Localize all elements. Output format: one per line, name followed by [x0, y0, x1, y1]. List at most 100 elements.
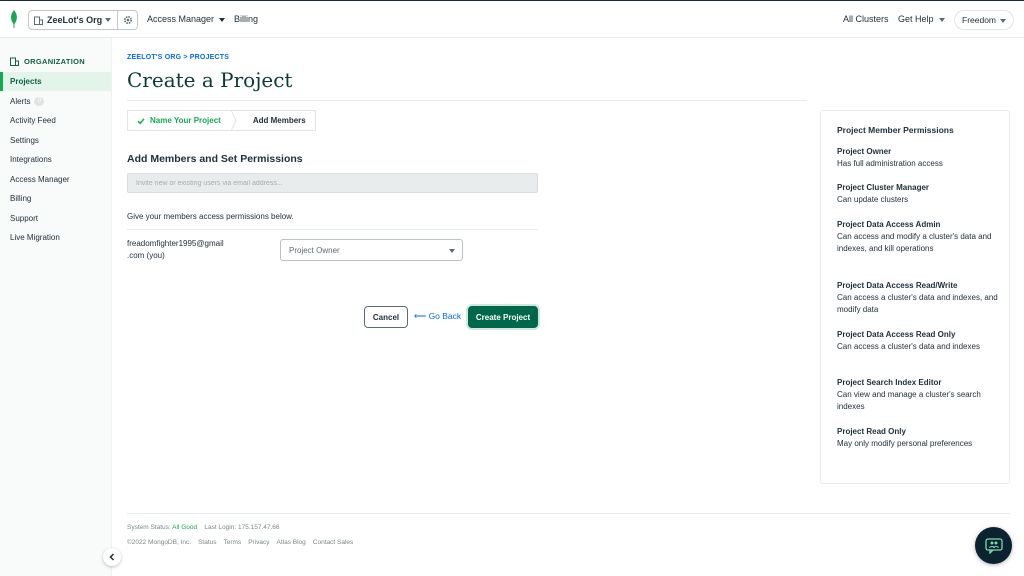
sidebar-item-integrations[interactable]: Integrations	[0, 150, 111, 169]
role-name: Project Owner	[837, 147, 892, 156]
sidebar-item-label: Access Manager	[10, 175, 70, 184]
permissions-instruction: Give your members access permissions bel…	[127, 212, 294, 221]
sidebar: ORGANIZATION Projects Alerts 0 Activity F…	[0, 38, 112, 576]
footer-links: ©2022 MongoDB, Inc. Status Terms Privacy…	[127, 539, 353, 546]
organization-name: ZeeLot's Org	[47, 15, 103, 25]
access-manager-menu[interactable]: Access Manager	[147, 14, 226, 24]
role-desc: May only modify personal preferences	[837, 439, 973, 448]
chevron-left-icon	[109, 553, 115, 561]
role-name: Project Data Access Read/Write	[837, 281, 958, 290]
breadcrumb[interactable]: ZEELOT'S ORG > PROJECTS	[127, 54, 229, 61]
role-name: Project Read Only	[837, 427, 906, 436]
collapse-sidebar-button[interactable]	[103, 548, 121, 566]
sidebar-item-label: Integrations	[10, 155, 52, 164]
chat-people-icon	[984, 537, 1003, 554]
role-desc: Has full administration access	[837, 159, 943, 168]
member-email-line2: .com (you)	[127, 251, 165, 260]
cancel-button[interactable]: Cancel	[364, 306, 408, 328]
caret-down-icon	[219, 17, 226, 22]
status-label: System Status:	[127, 524, 171, 531]
organization-selector[interactable]: ZeeLot's Org	[28, 10, 118, 30]
footer-divider	[127, 513, 1010, 514]
role-desc: Can update clusters	[837, 195, 909, 204]
sidebar-item-billing[interactable]: Billing	[0, 189, 111, 208]
sidebar-item-access-manager[interactable]: Access Manager	[0, 170, 111, 189]
chevron-down-icon	[105, 18, 111, 22]
chevron-down-icon	[1000, 19, 1006, 23]
go-back-label: Go Back	[428, 311, 462, 321]
sidebar-item-support[interactable]: Support	[0, 209, 111, 228]
copyright: ©2022 MongoDB, Inc.	[127, 539, 192, 546]
sidebar-item-alerts[interactable]: Alerts 0	[0, 92, 111, 111]
building-icon	[34, 16, 43, 25]
footer-link-contact-sales[interactable]: Contact Sales	[313, 539, 353, 546]
sidebar-item-live-migration[interactable]: Live Migration	[0, 228, 111, 247]
user-name: Freedom	[962, 15, 997, 25]
alerts-count-badge: 0	[34, 97, 45, 106]
last-login: Last Login: 175.157.47.66	[204, 524, 280, 531]
role-desc: Can access a cluster's data and indexes	[837, 342, 980, 351]
building-icon	[10, 57, 19, 66]
sidebar-item-settings[interactable]: Settings	[0, 131, 111, 150]
sidebar-item-label: Billing	[10, 194, 32, 203]
step-name-your-project[interactable]: Name Your Project	[127, 110, 231, 131]
status-value-link[interactable]: All Good	[172, 524, 197, 531]
role-name: Project Search Index Editor	[837, 378, 942, 387]
chat-support-button[interactable]	[975, 527, 1012, 564]
selected-role: Project Owner	[289, 245, 340, 255]
role-name: Project Cluster Manager	[837, 183, 930, 192]
access-manager-label: Access Manager	[147, 14, 215, 24]
sidebar-section-header: ORGANIZATION	[10, 57, 85, 66]
arrow-left-icon: ⟵	[414, 311, 427, 321]
organization-settings-button[interactable]	[118, 10, 138, 30]
sidebar-item-label: Alerts	[10, 97, 31, 106]
go-back-link[interactable]: ⟵ Go Back	[414, 311, 461, 322]
role-desc: Can access a cluster's data and indexes,…	[837, 293, 998, 314]
divider	[127, 229, 538, 230]
footer-link-status[interactable]: Status	[198, 539, 216, 546]
footer-link-atlas-blog[interactable]: Atlas Blog	[277, 539, 306, 546]
mongodb-leaf-logo[interactable]	[9, 10, 19, 28]
permissions-info-panel: Project Member Permissions Project Owner…	[820, 110, 1010, 484]
billing-link[interactable]: Billing	[234, 14, 258, 24]
role-description: Project Data Access Read Only Can access…	[837, 329, 1007, 353]
permissions-panel-title: Project Member Permissions	[837, 125, 954, 135]
member-role-select[interactable]: Project Owner	[280, 239, 463, 261]
member-email: freadomfighter1995@gmail .com (you)	[127, 238, 247, 262]
sidebar-item-label: Live Migration	[10, 233, 60, 242]
invite-email-input[interactable]	[127, 173, 538, 193]
footer-link-terms[interactable]: Terms	[224, 539, 242, 546]
top-navigation-bar: ZeeLot's Org Access Manager Billing All …	[0, 0, 1024, 38]
role-description: Project Data Access Admin Can access and…	[837, 219, 1007, 255]
sidebar-item-activity-feed[interactable]: Activity Feed	[0, 111, 111, 130]
step-add-members: Add Members	[240, 110, 316, 131]
sidebar-header-label: ORGANIZATION	[24, 57, 85, 66]
member-email-line1: freadomfighter1995@gmail	[127, 239, 224, 248]
page-title: Create a Project	[127, 68, 293, 92]
gear-icon	[123, 15, 132, 25]
section-title: Add Members and Set Permissions	[127, 153, 303, 165]
role-name: Project Data Access Admin	[837, 220, 941, 229]
get-help-label: Get Help	[898, 14, 934, 24]
title-divider	[127, 100, 807, 101]
role-desc: Can view and manage a cluster's search i…	[837, 390, 981, 411]
system-status: System Status: All Good Last Login: 175.…	[127, 524, 280, 531]
create-project-button[interactable]: Create Project	[468, 306, 538, 328]
role-description: Project Owner Has full administration ac…	[837, 146, 1007, 170]
role-description: Project Data Access Read/Write Can acces…	[837, 280, 1007, 316]
role-name: Project Data Access Read Only	[837, 330, 956, 339]
chevron-down-icon	[449, 249, 455, 253]
user-menu-button[interactable]: Freedom	[954, 10, 1014, 30]
sidebar-item-projects[interactable]: Projects	[0, 72, 111, 91]
footer-link-privacy[interactable]: Privacy	[248, 539, 269, 546]
all-clusters-link[interactable]: All Clusters	[843, 14, 889, 24]
checkmark-icon	[137, 117, 145, 124]
get-help-menu[interactable]: Get Help	[898, 14, 945, 24]
role-description: Project Read Only May only modify person…	[837, 426, 1007, 450]
wizard-stepper: Name Your Project Add Members	[127, 110, 316, 131]
step-label: Name Your Project	[150, 116, 221, 125]
role-desc: Can access and modify a cluster's data a…	[837, 232, 992, 253]
step-label: Add Members	[252, 116, 306, 125]
role-description: Project Cluster Manager Can update clust…	[837, 182, 1007, 206]
sidebar-item-label: Settings	[10, 136, 39, 145]
